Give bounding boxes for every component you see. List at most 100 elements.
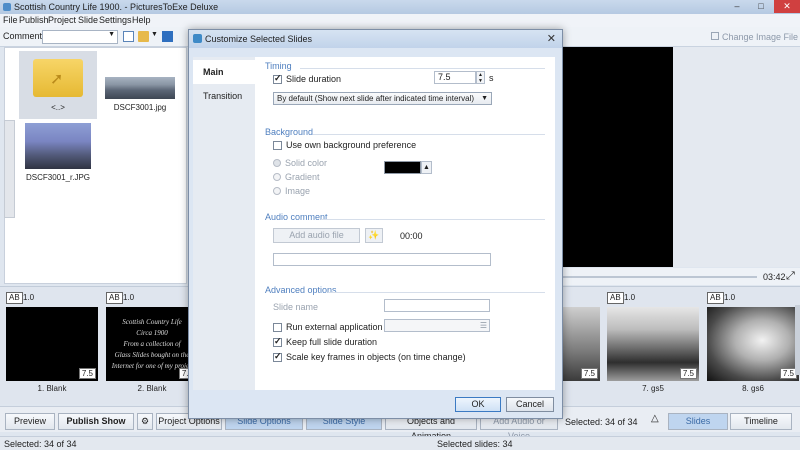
tab-timeline[interactable]: Timeline [730, 413, 792, 430]
preview-side-area [673, 47, 800, 267]
color-picker-icon[interactable]: ▲ [421, 161, 432, 174]
slide-preview [555, 47, 673, 267]
menu-project[interactable]: Project [48, 15, 76, 25]
tab-slides[interactable]: Slides [668, 413, 728, 430]
comment-combo[interactable]: ▼ [42, 30, 118, 44]
preview-time-bar: 03:42 ⤢ [555, 268, 800, 285]
fullscreen-icon[interactable]: ⤢ [786, 270, 795, 283]
wrench-icon[interactable]: ✨ [365, 228, 383, 243]
folder-icon: ➚ [33, 59, 83, 97]
slide-thumb-8[interactable]: AB 1.0 7.5 8. gs6 [704, 290, 800, 396]
duration-spinner[interactable]: ▲ ▼ [476, 71, 485, 84]
save-icon[interactable] [162, 31, 173, 42]
file-item-dscf3001[interactable]: DSCF3001.jpg [101, 51, 179, 119]
image-thumbnail [25, 123, 91, 169]
slide-name-input[interactable] [384, 299, 490, 312]
ab-badge: AB [106, 292, 123, 304]
maximize-button[interactable]: □ [750, 0, 772, 13]
close-icon[interactable]: ✕ [547, 32, 556, 45]
keep-full-duration-checkbox[interactable]: Keep full slide duration [273, 336, 378, 347]
comment-label: Comment [3, 31, 43, 41]
slide-thumb-6[interactable]: 7.5 [560, 290, 602, 396]
dialog-body: Timing Slide duration 7.5 ▲▼ s By defaul… [255, 57, 555, 390]
slide-title: 8. gs6 [742, 384, 764, 393]
dialog-app-icon [193, 34, 202, 43]
run-external-checkbox[interactable]: Run external application [273, 322, 383, 332]
warning-icon[interactable]: △ [651, 413, 659, 424]
slide-title: 1. Blank [37, 384, 67, 393]
use-own-background-checkbox[interactable]: Use own background preference [273, 140, 416, 150]
menu-slide[interactable]: Slide [78, 15, 98, 25]
tab-transition[interactable]: Transition [193, 84, 255, 108]
strip-scroll-right[interactable] [795, 305, 800, 375]
audio-file-field[interactable] [273, 253, 491, 266]
image-label: Image [285, 186, 311, 196]
checkbox-box [273, 336, 282, 347]
change-image-icon [711, 32, 719, 40]
duration-input[interactable]: 7.5 [434, 71, 476, 84]
app-icon [3, 3, 11, 11]
checkbox-box [273, 322, 282, 332]
solid-color-label: Solid color [285, 158, 328, 168]
close-window-button[interactable]: ✕ [774, 0, 800, 13]
tab-main[interactable]: Main [193, 60, 255, 84]
ok-button[interactable]: OK [455, 397, 501, 412]
ab-badge: AB [707, 292, 724, 304]
status-selected: Selected: 34 of 34 [4, 439, 77, 449]
divider [313, 134, 545, 135]
publish-options-button[interactable]: ⚙ [137, 413, 153, 430]
dialog-nav: Main Transition [193, 57, 255, 390]
solid-color-radio[interactable]: Solid color [273, 158, 327, 168]
menu-publish[interactable]: Publish [19, 15, 49, 25]
cancel-button[interactable]: Cancel [506, 397, 554, 412]
gradient-radio[interactable]: Gradient [273, 172, 320, 182]
slide-text-line: Scottish Country Life [122, 318, 182, 326]
background-color-swatch[interactable] [384, 161, 421, 174]
menu-settings[interactable]: Settings [99, 15, 132, 25]
radio-dot [273, 159, 281, 167]
slide-thumb-1[interactable]: AB 1.0 7.5 1. Blank [3, 290, 101, 396]
slide-thumb-7[interactable]: AB 1.0 7.5 7. gs5 [604, 290, 702, 396]
file-item-dscf3001-r[interactable]: DSCF3001_r.JPG [19, 121, 97, 189]
audio-time: 00:00 [400, 231, 423, 241]
open-folder-icon[interactable] [138, 31, 149, 42]
time-slider[interactable] [561, 276, 757, 278]
checkbox-box [273, 351, 282, 362]
file-item-parent[interactable]: ➚ <..> [19, 51, 97, 119]
slide-duration-checkbox[interactable]: Slide duration [273, 73, 341, 84]
add-audio-file-button[interactable]: Add audio file [273, 228, 360, 243]
duration-unit: s [489, 73, 494, 83]
slide-thumb-2[interactable]: AB 1.0 Scottish Country Life Circa 1900 … [103, 290, 201, 396]
timing-heading: Timing [265, 61, 292, 71]
scale-key-frames-checkbox[interactable]: Scale key frames in objects (on time cha… [273, 351, 466, 362]
status-bar: Selected: 34 of 34 Selected slides: 34 [0, 436, 800, 450]
arrow-up-icon: ➚ [50, 71, 64, 88]
title-bar: Scottish Country Life 1900. - PicturesTo… [0, 0, 800, 14]
slide-value: 1.0 [123, 293, 135, 302]
external-app-field[interactable]: ☰ [384, 319, 490, 332]
menu-file[interactable]: File [3, 15, 18, 25]
customize-slides-dialog: Customize Selected Slides ✕ Main Transit… [188, 29, 563, 419]
status-selected-slides: Selected slides: 34 [437, 439, 513, 449]
radio-dot [273, 187, 281, 195]
ab-badge: AB [6, 292, 23, 304]
radio-dot [273, 173, 281, 181]
file-scrollbar[interactable] [4, 120, 15, 218]
new-file-icon[interactable] [123, 31, 134, 42]
slide-duration: 7.5 [679, 368, 697, 379]
background-heading: Background [265, 127, 314, 137]
change-image-button[interactable]: Change Image File [722, 32, 798, 42]
minimize-button[interactable]: – [726, 0, 748, 13]
timing-mode-select[interactable]: By default (Show next slide after indica… [273, 92, 492, 105]
slide-title: 2. Blank [137, 384, 167, 393]
checkbox-box [273, 73, 282, 84]
publish-show-button[interactable]: Publish Show [58, 413, 134, 430]
browse-icon: ☰ [479, 321, 487, 330]
keep-full-duration-label: Keep full slide duration [286, 337, 378, 347]
divider [321, 219, 545, 220]
image-radio[interactable]: Image [273, 186, 310, 196]
preview-button[interactable]: Preview [5, 413, 55, 430]
chevron-down-icon[interactable]: ▼ [151, 31, 158, 38]
menu-help[interactable]: Help [132, 15, 151, 25]
slide-name-label: Slide name [273, 302, 319, 312]
